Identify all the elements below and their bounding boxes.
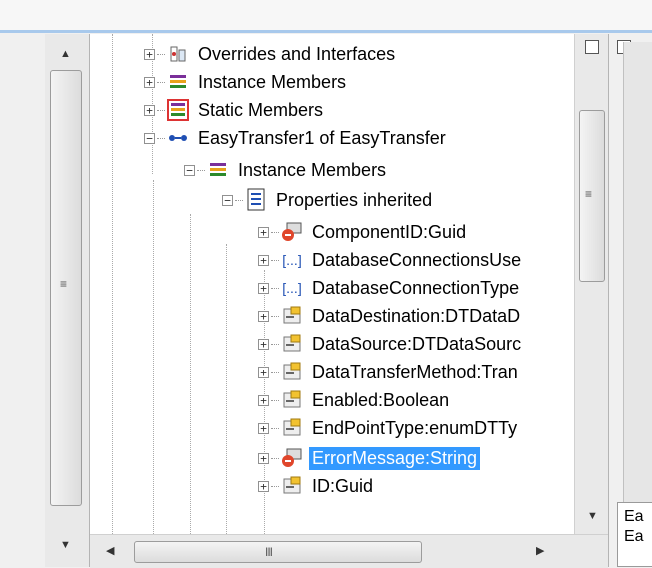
static-members-icon — [167, 99, 189, 121]
tree-horizontal-scrollbar[interactable]: ◀ III ▶ — [90, 534, 608, 568]
tree-item-static-members[interactable]: + Static Members — [144, 96, 326, 124]
overrides-icon — [167, 44, 189, 64]
collapse-icon[interactable]: − — [144, 132, 155, 144]
left-vertical-scrollbar[interactable]: ▲ ≡ ▼ — [45, 34, 90, 567]
description-line: Ea — [624, 528, 644, 545]
property-locked-icon — [281, 222, 303, 242]
tree-item-label: ComponentID:Guid — [312, 221, 467, 242]
object-tree: + Overrides and Interfaces + Instance Me… — [90, 34, 608, 534]
expand-icon[interactable]: + — [258, 310, 269, 322]
expand-icon[interactable]: + — [144, 48, 155, 60]
tree-item-label: EndPointType:enumDTTy — [312, 417, 518, 438]
tree-item-property[interactable]: + Enabled:Boolean — [258, 386, 452, 414]
grip-icon: ≡ — [585, 187, 592, 201]
tree-item-label: DatabaseConnectionsUse — [312, 249, 522, 270]
tree-item-label: DataSource:DTDataSourc — [312, 333, 522, 354]
tree-item-label: DatabaseConnectionType — [312, 277, 520, 298]
bracket-field-icon: [...] — [282, 280, 302, 296]
description-line: Ea — [624, 508, 644, 525]
accent-divider — [0, 30, 652, 33]
tree-item-label: ErrorMessage:String — [309, 446, 481, 470]
description-box: Ea Ea — [617, 502, 652, 567]
tree-item-property[interactable]: + [...] DatabaseConnectionsUse — [258, 246, 524, 274]
tree-item-property[interactable]: + ID:Guid — [258, 472, 376, 500]
property-icon — [281, 390, 303, 410]
tree-item-label: ID:Guid — [312, 475, 374, 496]
grip-icon: ≡ — [60, 277, 67, 291]
right-panel-content — [623, 42, 652, 506]
object-link-icon — [167, 128, 189, 148]
expand-icon[interactable]: + — [258, 480, 269, 492]
panel-toggle-icon[interactable] — [585, 40, 599, 54]
properties-page-icon — [245, 188, 267, 211]
tree-item-label: Instance Members — [238, 159, 387, 180]
scroll-down-arrow-icon[interactable]: ▼ — [60, 539, 71, 551]
tree-item-label: Static Members — [198, 99, 324, 120]
expand-icon[interactable]: + — [258, 282, 269, 294]
scroll-right-arrow-icon[interactable]: ▶ — [536, 544, 544, 557]
scroll-down-arrow-icon[interactable]: ▼ — [587, 510, 598, 522]
property-icon — [281, 476, 303, 496]
tree-item-property[interactable]: + DataSource:DTDataSourc — [258, 330, 524, 358]
tree-item-easytransfer1[interactable]: − EasyTransfer1 of EasyTransfer — [144, 124, 449, 152]
tree-vertical-scrollbar[interactable]: ≡ ▼ — [574, 34, 609, 534]
expand-icon[interactable]: + — [258, 452, 269, 464]
tree-item-label: Properties inherited — [276, 189, 433, 210]
expand-icon[interactable]: + — [258, 338, 269, 350]
collapse-icon[interactable]: − — [184, 164, 195, 176]
tree-item-label: Enabled:Boolean — [312, 389, 450, 410]
tree-item-instance-members[interactable]: + Instance Members — [144, 68, 349, 96]
right-panel: Ea Ea — [608, 34, 652, 567]
horizontal-scroll-thumb[interactable]: III — [134, 541, 422, 563]
expand-icon[interactable]: + — [258, 394, 269, 406]
tree-item-property[interactable]: + [...] DatabaseConnectionType — [258, 274, 522, 302]
scroll-up-arrow-icon[interactable]: ▲ — [60, 48, 71, 60]
tree-item-label: DataTransferMethod:Tran — [312, 361, 518, 382]
window-top-strip — [0, 0, 652, 30]
tree-item-property[interactable]: + EndPointType:enumDTTy — [258, 414, 520, 442]
expand-icon[interactable]: + — [258, 422, 269, 434]
property-icon — [281, 306, 303, 326]
tree-item-property[interactable]: + DataTransferMethod:Tran — [258, 358, 521, 386]
expand-icon[interactable]: + — [144, 104, 155, 116]
expand-icon[interactable]: + — [144, 76, 155, 88]
tree-item-label: DataDestination:DTDataD — [312, 305, 521, 326]
property-locked-icon — [281, 448, 303, 468]
tree-item-properties-inherited[interactable]: − Properties inherited — [222, 186, 435, 214]
tree-item-property-selected[interactable]: + ErrorMessage:String — [258, 444, 481, 472]
tree-item-property[interactable]: + ComponentID:Guid — [258, 218, 469, 246]
grip-icon: III — [265, 545, 273, 559]
collapse-icon[interactable]: − — [222, 194, 233, 206]
expand-icon[interactable]: + — [258, 254, 269, 266]
tree-scroll-thumb[interactable]: ≡ — [579, 110, 605, 282]
instance-members-icon — [207, 160, 229, 180]
scroll-left-arrow-icon[interactable]: ◀ — [106, 544, 114, 557]
tree-item-label: Instance Members — [198, 71, 347, 92]
property-icon — [281, 418, 303, 438]
instance-members-icon — [167, 72, 189, 92]
expand-icon[interactable]: + — [258, 226, 269, 238]
tree-item-instance-members-child[interactable]: − Instance Members — [184, 156, 389, 184]
tree-item-property[interactable]: + DataDestination:DTDataD — [258, 302, 523, 330]
property-icon — [281, 334, 303, 354]
tree-item-label: EasyTransfer1 of EasyTransfer — [198, 127, 446, 148]
left-scroll-thumb[interactable]: ≡ — [50, 70, 82, 506]
bracket-field-icon: [...] — [282, 252, 302, 268]
expand-icon[interactable]: + — [258, 366, 269, 378]
tree-item-label: Overrides and Interfaces — [198, 43, 396, 64]
property-icon — [281, 362, 303, 382]
tree-item-overrides[interactable]: + Overrides and Interfaces — [144, 40, 398, 68]
